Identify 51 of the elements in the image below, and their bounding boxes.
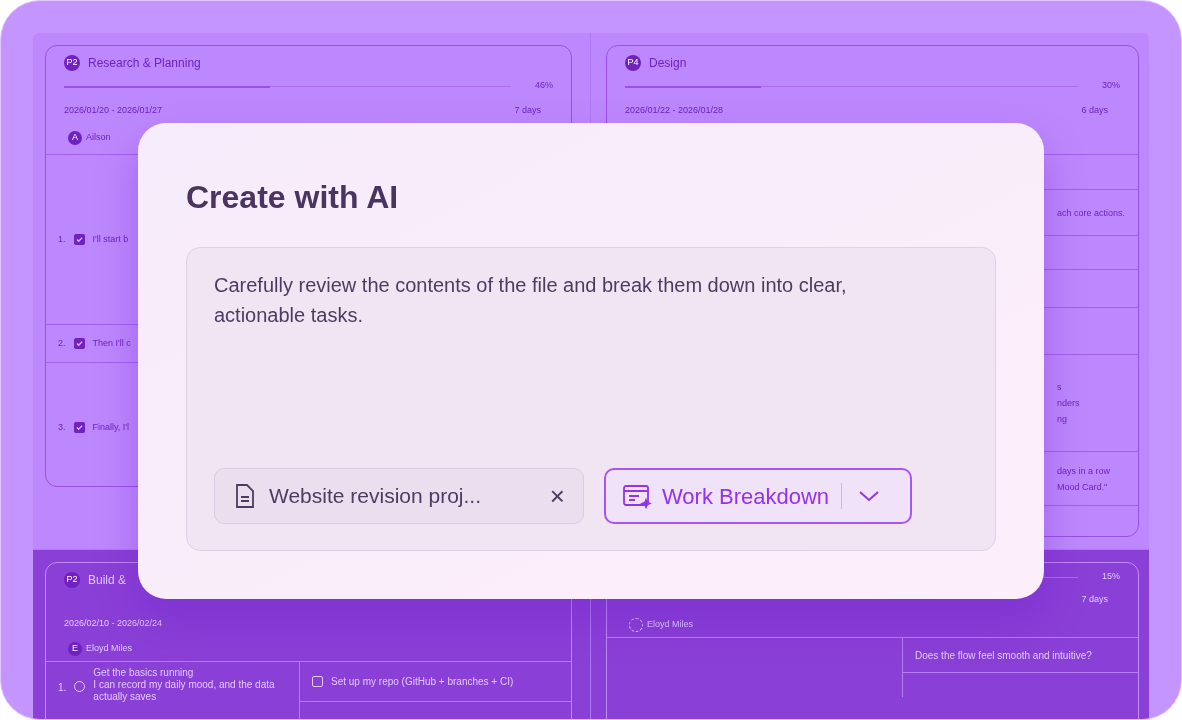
progress-percent: 30% [1102,79,1120,93]
assignee-name: Eloyd Miles [86,642,132,656]
note-text: ach core actions. [1057,207,1127,218]
assignee-name: Ailson [86,131,111,145]
attachment-chip[interactable]: Website revision proj... × [214,468,584,524]
duration: 7 days [1081,593,1109,607]
prompt-field[interactable]: Carefully review the contents of the file and break them down into clear, actionable tasks. Website revision proj... × Work Breakdown [186,247,996,551]
row-number: 3. [58,420,66,434]
prompt-text: Carefully review the contents of the file and break them down into clear, actionable tasks. [214,273,848,328]
checkbox[interactable] [73,338,85,349]
checkbox[interactable] [73,234,85,245]
task-text: Set up my repo (GitHub + branches + CI) [331,675,514,689]
note-text: ng [1057,414,1068,424]
dialog-title: Create with AI [186,178,400,217]
row-number: 1. [58,232,66,246]
question-text: Does the flow feel smooth and intuitive? [915,648,1092,663]
chevron-down-icon[interactable] [858,490,881,502]
duration: 6 days [1081,104,1109,118]
progress-percent: 15% [1102,570,1120,584]
priority-badge: P2 [64,55,80,71]
avatar: A [68,131,82,145]
checkbox[interactable] [312,676,323,687]
card-title: Build & [88,572,127,589]
remove-button[interactable]: × [549,483,565,509]
card-title: Research & Planning [88,55,201,72]
date-range: 2026/01/20 - 2026/01/27 [64,104,163,118]
task-text: Then I'll c [92,336,131,350]
progress-percent: 46% [535,79,553,93]
mode-select[interactable]: Work Breakdown [604,468,912,524]
mode-label: Work Breakdown [662,482,830,511]
note-text: nders [1057,398,1081,408]
note-text: Mood Card." [1057,481,1109,492]
attachment-name: Website revision proj... [269,483,483,510]
priority-badge: P2 [64,572,80,588]
date-range: 2026/01/22 - 2026/01/28 [625,104,724,118]
checkbox[interactable] [73,422,85,433]
sparkle-card-icon [622,483,652,509]
priority-badge: P4 [625,55,641,71]
assignee-name: Eloyd Miles [647,618,693,632]
note-text: s [1057,382,1063,392]
card-title: Design [649,55,687,72]
row-number: 1. [58,681,67,695]
avatar: E [68,642,82,656]
date-range: 2026/02/10 - 2026/02/24 [64,617,163,631]
goal-title: Get the basics running [93,667,195,679]
document-icon [233,483,257,509]
duration: 7 days [514,104,542,118]
goal-description: I can record my daily mood, and the data actually saves [93,679,276,703]
task-text: I'll start b [92,232,129,246]
note-text: days in a row [1057,465,1112,476]
row-number: 2. [58,336,66,350]
